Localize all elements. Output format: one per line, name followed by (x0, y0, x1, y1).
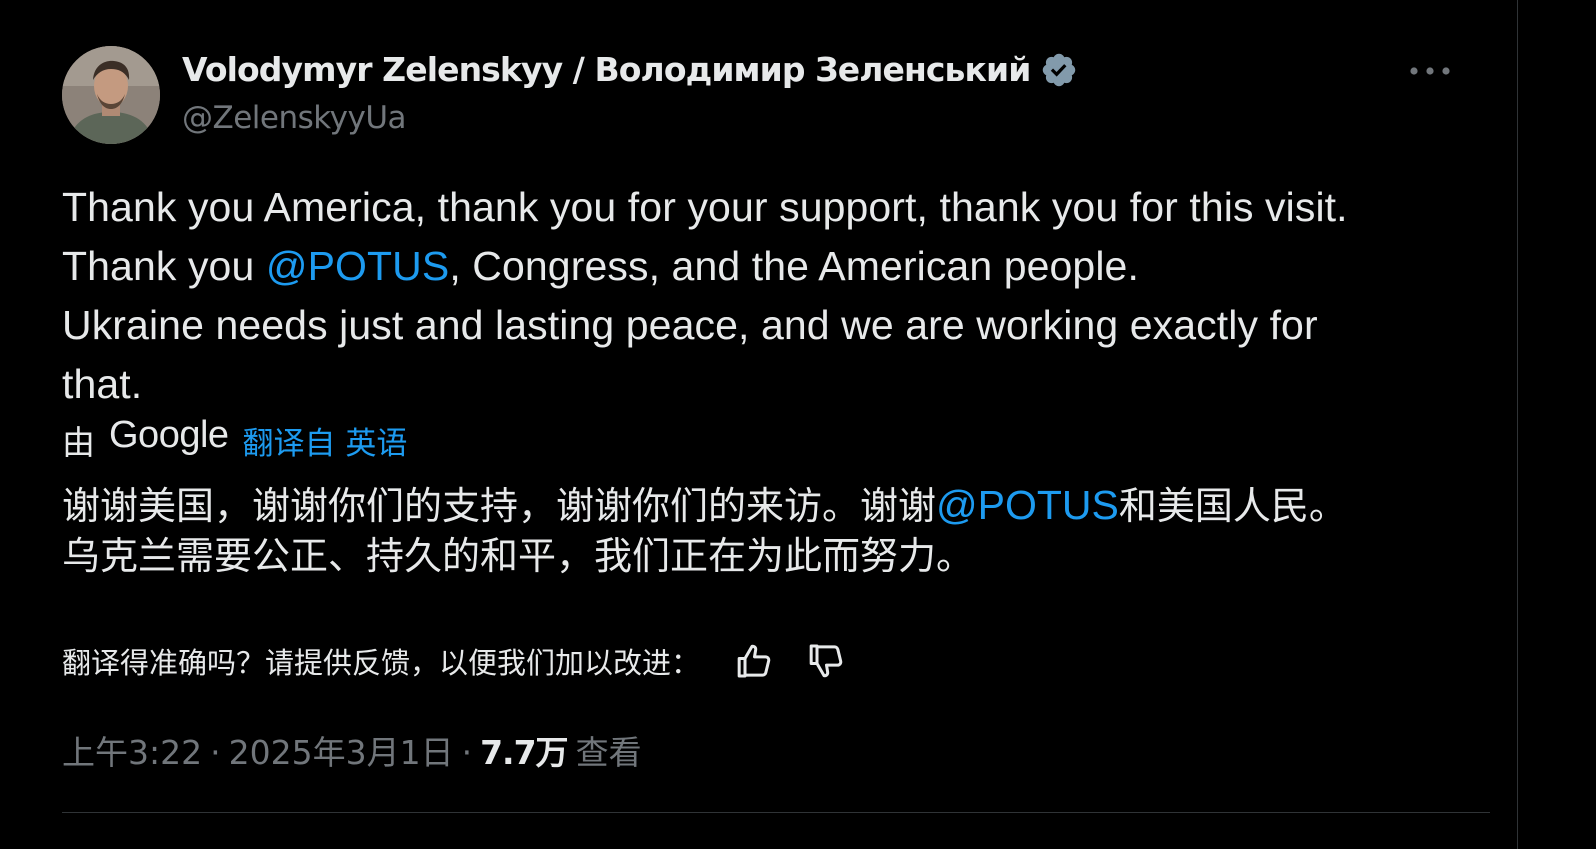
feedback-prompt: 翻译得准确吗？请提供反馈，以便我们加以改进： (62, 646, 701, 680)
google-logo: Google (109, 413, 229, 456)
meta-separator: · (461, 733, 473, 772)
post-meta-row: 上午3:22 · 2025年3月1日 · 7.7万 查看 (62, 726, 642, 774)
verified-badge-icon[interactable] (1040, 51, 1078, 89)
post-date[interactable]: 2025年3月1日 (229, 726, 454, 774)
translation-feedback-row: 翻译得准确吗？请提供反馈，以便我们加以改进： (62, 640, 848, 682)
tweet-text-line: Ukraine needs just and lasting peace, an… (62, 302, 1318, 348)
views-count[interactable]: 7.7万 (480, 726, 568, 774)
post-time[interactable]: 上午3:22 (62, 726, 202, 774)
translated-text: 谢谢美国，谢谢你们的支持，谢谢你们的来访。谢谢@POTUS和美国人民。 乌克兰需… (62, 480, 1482, 581)
translated-from-link[interactable]: 翻译自 英语 (243, 418, 408, 463)
author-name-row: Volodymyr Zelenskyy / Володимир Зеленськ… (182, 50, 1078, 89)
translated-by-row: 由 Google 翻译自 英语 (62, 413, 408, 464)
post-divider (62, 812, 1490, 813)
translated-text-line: 谢谢美国，谢谢你们的支持，谢谢你们的来访。谢谢@POTUS和美国人民。 (62, 482, 1347, 528)
avatar[interactable] (62, 46, 160, 144)
author-handle[interactable]: @ZelenskyyUa (182, 100, 407, 136)
avatar-image (62, 46, 160, 144)
mention-link[interactable]: @POTUS (936, 482, 1119, 528)
thumbs-down-icon (809, 644, 843, 678)
tweet-text-line: Thank you @POTUS, Congress, and the Amer… (62, 243, 1139, 289)
views-label: 查看 (575, 733, 642, 772)
tweet-text: Thank you America, thank you for your su… (62, 178, 1462, 414)
thumbs-up-button[interactable] (734, 640, 776, 682)
tweet-text-line: Thank you America, thank you for your su… (62, 184, 1348, 230)
author-display-name[interactable]: Volodymyr Zelenskyy / Володимир Зеленськ… (182, 50, 1031, 89)
more-horizontal-icon (1410, 67, 1450, 75)
thumbs-down-button[interactable] (806, 640, 848, 682)
column-border (1517, 0, 1518, 849)
translated-text-line: 乌克兰需要公正、持久的和平，我们正在为此而努力。 (62, 534, 975, 578)
mention-link[interactable]: @POTUS (266, 243, 449, 289)
more-options-button[interactable] (1408, 57, 1452, 85)
tweet-text-line: that. (62, 361, 143, 407)
translated-by-prefix: 由 (62, 423, 95, 462)
thumbs-up-icon (737, 644, 771, 678)
meta-separator: · (210, 733, 221, 772)
